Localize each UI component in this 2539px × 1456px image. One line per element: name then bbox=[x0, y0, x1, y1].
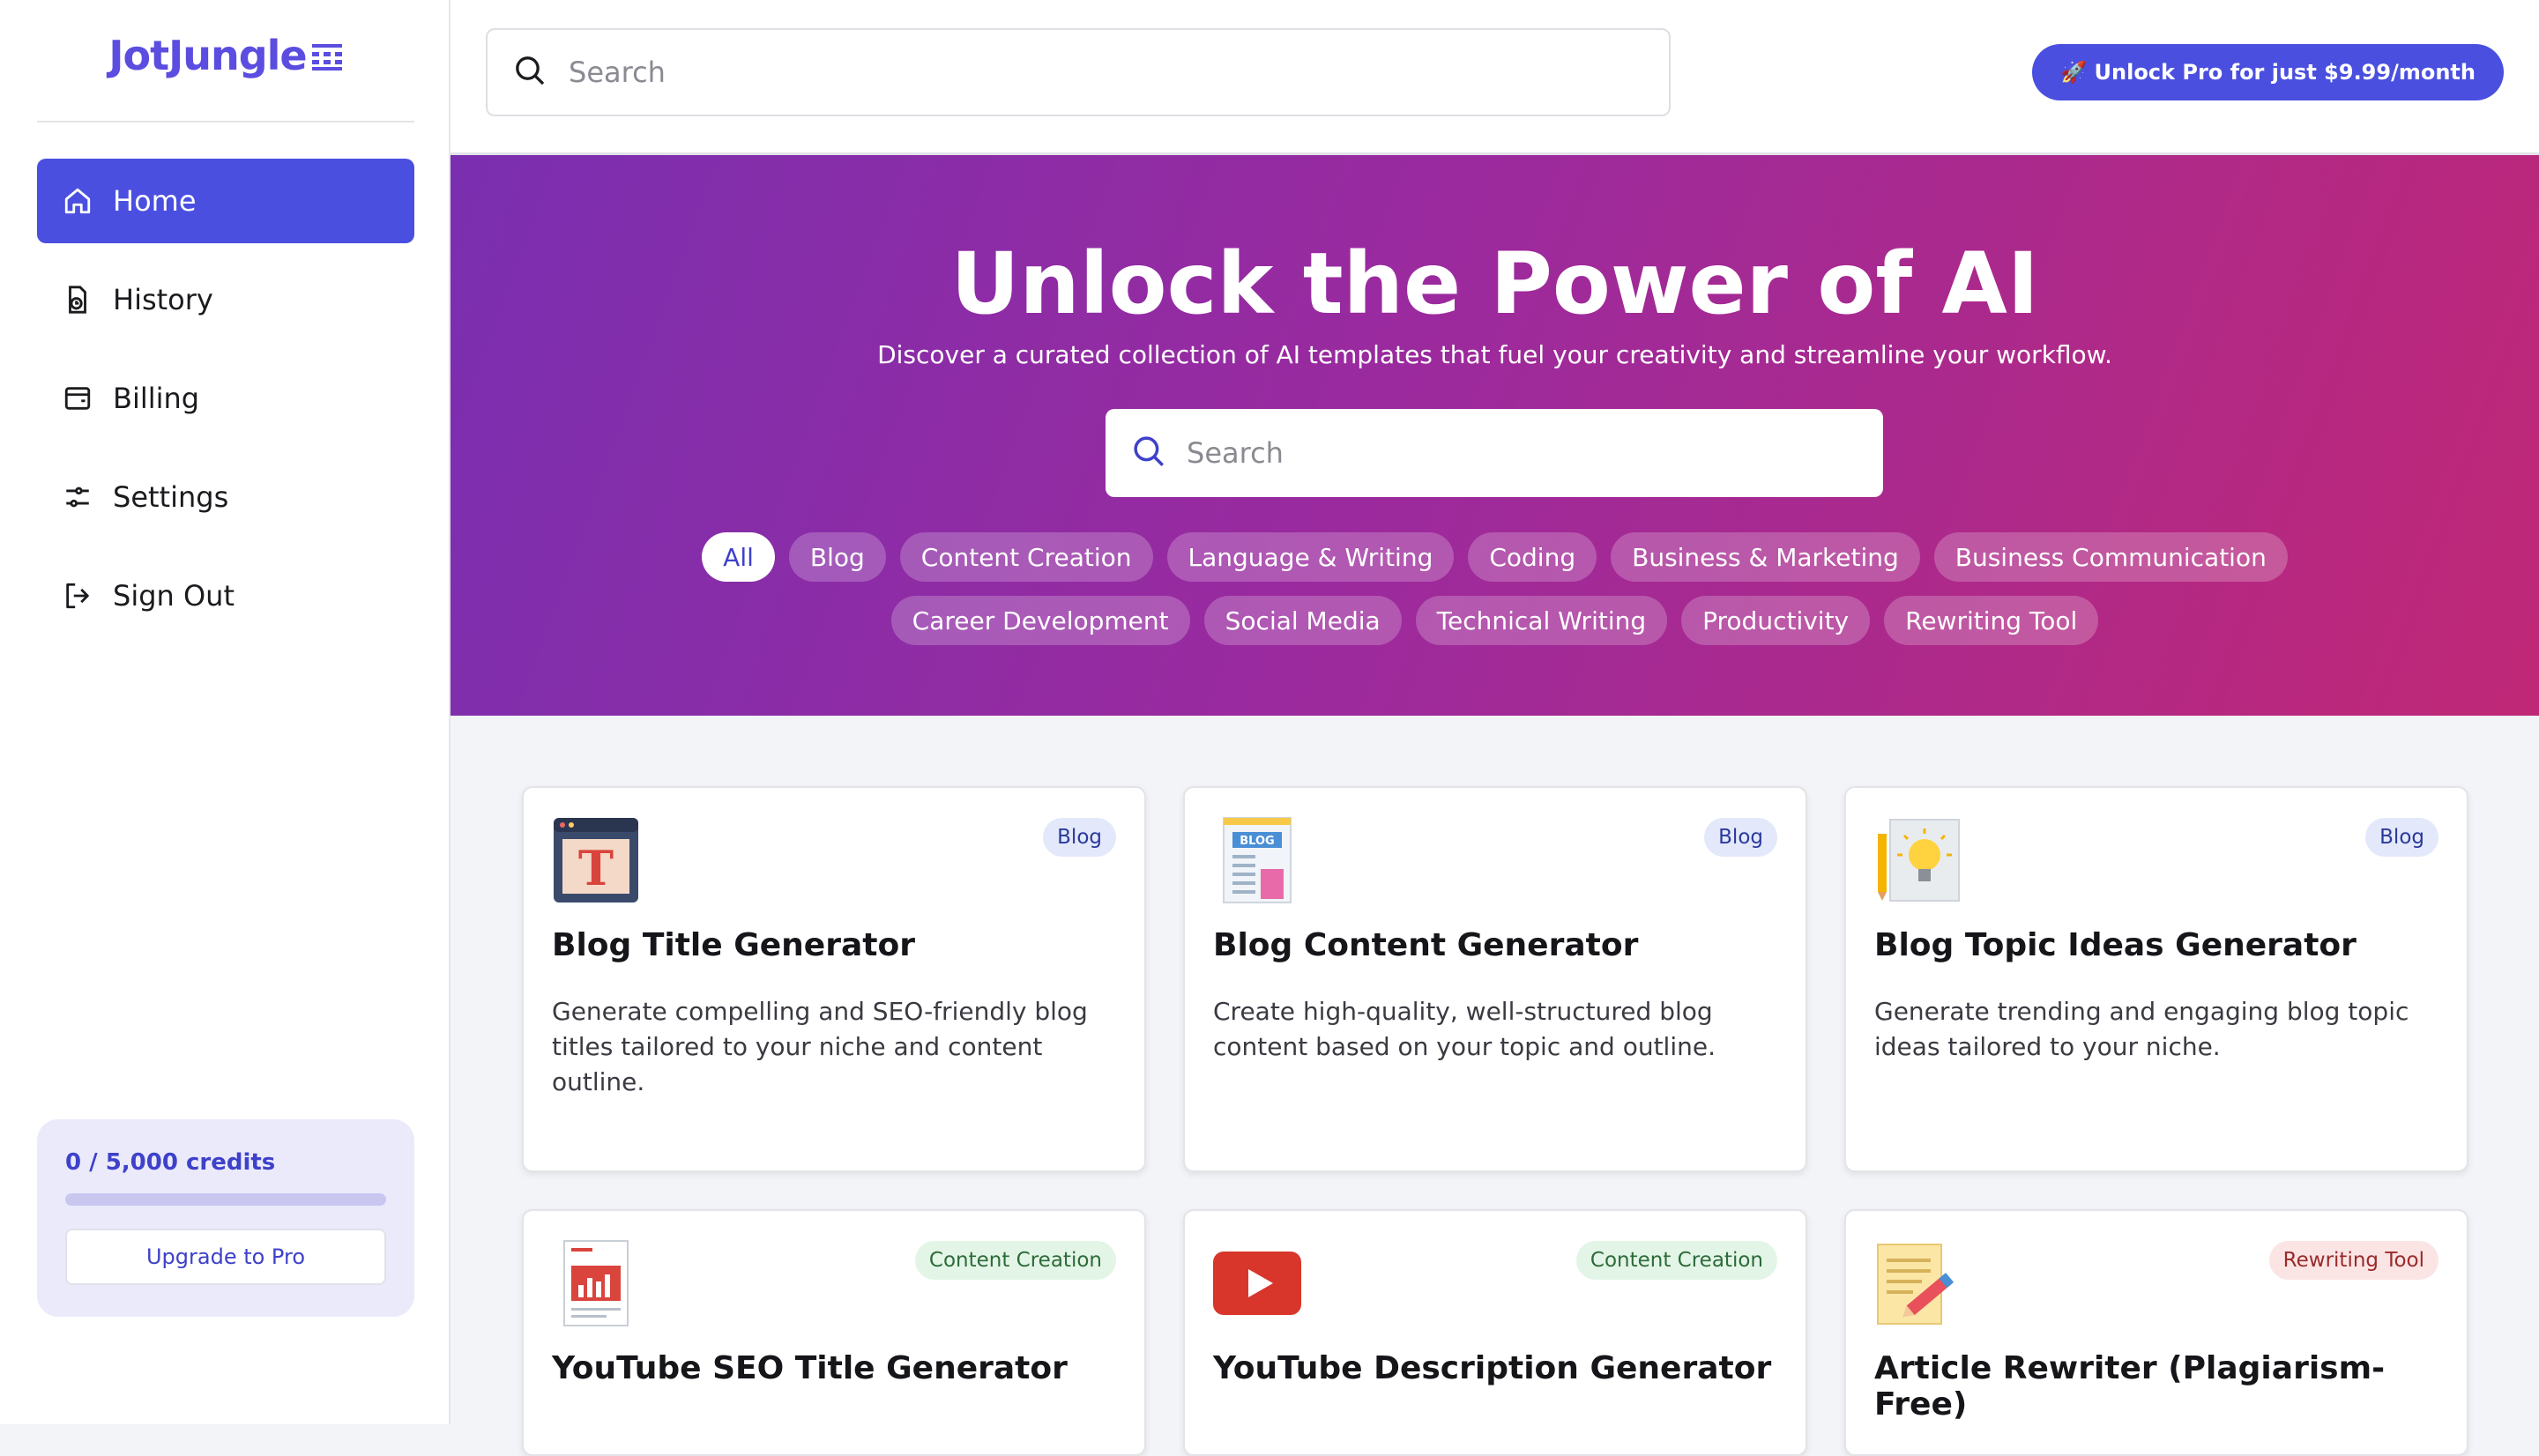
history-icon bbox=[60, 282, 95, 317]
category-filter-row: All Blog Content Creation Language & Wri… bbox=[450, 532, 2539, 582]
sidebar-item-label: Sign Out bbox=[113, 579, 235, 613]
category-chip-social-media[interactable]: Social Media bbox=[1203, 596, 1402, 645]
card-description: Generate trending and engaging blog topi… bbox=[1874, 997, 2409, 1061]
sidebar-item-label: Billing bbox=[113, 382, 200, 415]
top-header: Search 🚀 Unlock Pro for just $9.99/month bbox=[450, 0, 2539, 155]
card-title: Article Rewriter (Plagiarism-Free) bbox=[1874, 1350, 2386, 1423]
category-badge: Blog bbox=[1704, 818, 1777, 857]
hero-title: Unlock the Power of AI bbox=[950, 234, 2039, 333]
sidebar-item-label: History bbox=[113, 283, 213, 316]
template-search-input[interactable]: Search bbox=[1106, 409, 1883, 497]
card-title: Blog Content Generator bbox=[1213, 927, 1639, 963]
credits-count: 0 / 5,000 credits bbox=[65, 1149, 276, 1176]
sidebar-item-label: Settings bbox=[113, 480, 229, 514]
category-chip-rewriting-tool[interactable]: Rewriting Tool bbox=[1884, 596, 2099, 645]
category-badge: Content Creation bbox=[1575, 1241, 1777, 1280]
youtube-icon bbox=[1213, 1239, 1301, 1327]
sliders-icon bbox=[60, 479, 95, 515]
credits-progress-bar bbox=[65, 1193, 386, 1206]
card-title: Blog Title Generator bbox=[552, 927, 915, 963]
sidebar-item-sign-out[interactable]: Sign Out bbox=[37, 553, 414, 638]
document-pencil-icon bbox=[1874, 1239, 1962, 1327]
category-chip-content-creation[interactable]: Content Creation bbox=[899, 532, 1153, 582]
template-card[interactable]: Rewriting Tool Article Rewriter (Plagiar… bbox=[1844, 1209, 2468, 1456]
template-card[interactable]: BLOG Blog Blog Content Generator Create … bbox=[1183, 786, 1807, 1172]
sign-out-icon bbox=[60, 578, 95, 613]
category-chip-all[interactable]: All bbox=[702, 532, 775, 582]
sidebar-item-history[interactable]: History bbox=[37, 257, 414, 342]
category-badge: Rewriting Tool bbox=[2268, 1241, 2438, 1280]
card-title: YouTube Description Generator bbox=[1213, 1350, 1772, 1386]
template-card[interactable]: Content Creation YouTube SEO Title Gener… bbox=[522, 1209, 1146, 1456]
sidebar-nav: Home History Billing Settings Sign Out bbox=[37, 159, 414, 652]
wallet-icon bbox=[60, 381, 95, 416]
hero-subtitle: Discover a curated collection of AI temp… bbox=[877, 340, 2112, 369]
search-placeholder: Search bbox=[1187, 436, 1284, 470]
category-chip-coding[interactable]: Coding bbox=[1468, 532, 1597, 582]
category-chip-blog[interactable]: Blog bbox=[788, 532, 886, 582]
sidebar: JotJungle Home History Billing Settings … bbox=[0, 0, 450, 1424]
svg-text:T: T bbox=[578, 840, 614, 896]
lightbulb-icon bbox=[1874, 816, 1962, 904]
category-chip-business-marketing[interactable]: Business & Marketing bbox=[1611, 532, 1920, 582]
category-chip-technical-writing[interactable]: Technical Writing bbox=[1415, 596, 1668, 645]
sidebar-item-home[interactable]: Home bbox=[37, 159, 414, 243]
template-card[interactable]: Content Creation YouTube Description Gen… bbox=[1183, 1209, 1807, 1456]
category-chip-career-development[interactable]: Career Development bbox=[890, 596, 1190, 645]
sidebar-divider bbox=[37, 121, 414, 123]
blog-content-icon: BLOG bbox=[1213, 816, 1301, 904]
seo-report-icon bbox=[552, 1239, 640, 1327]
template-card[interactable]: T Blog Blog Title Generator Generate com… bbox=[522, 786, 1146, 1172]
category-badge: Blog bbox=[1043, 818, 1116, 857]
hero-banner: Unlock the Power of AI Discover a curate… bbox=[450, 155, 2539, 716]
category-chip-productivity[interactable]: Productivity bbox=[1681, 596, 1871, 645]
category-chip-language-writing[interactable]: Language & Writing bbox=[1166, 532, 1455, 582]
home-icon bbox=[60, 183, 95, 219]
app-name: JotJungle bbox=[108, 32, 307, 79]
credits-panel: 0 / 5,000 credits Upgrade to Pro bbox=[37, 1119, 414, 1317]
unlock-pro-button[interactable]: 🚀 Unlock Pro for just $9.99/month bbox=[2032, 44, 2504, 100]
category-badge: Blog bbox=[2365, 818, 2438, 857]
card-title: Blog Topic Ideas Generator bbox=[1874, 927, 2357, 963]
card-description: Generate compelling and SEO-friendly blo… bbox=[552, 997, 1088, 1096]
app-logo[interactable]: JotJungle bbox=[0, 32, 450, 80]
search-icon bbox=[512, 53, 547, 92]
category-filter-row: Career Development Social Media Technica… bbox=[450, 596, 2539, 645]
svg-text:BLOG: BLOG bbox=[1240, 835, 1274, 848]
sidebar-item-settings[interactable]: Settings bbox=[37, 455, 414, 539]
search-placeholder: Search bbox=[569, 56, 666, 89]
upgrade-to-pro-button[interactable]: Upgrade to Pro bbox=[65, 1229, 386, 1285]
card-title: YouTube SEO Title Generator bbox=[552, 1350, 1068, 1386]
sidebar-item-label: Home bbox=[113, 184, 197, 218]
sidebar-item-billing[interactable]: Billing bbox=[37, 356, 414, 441]
template-card[interactable]: Blog Blog Topic Ideas Generator Generate… bbox=[1844, 786, 2468, 1172]
category-badge: Content Creation bbox=[914, 1241, 1116, 1280]
logo-grid-icon bbox=[311, 33, 342, 80]
blog-title-icon: T bbox=[552, 816, 640, 904]
search-icon bbox=[1130, 433, 1167, 473]
category-chip-business-communication[interactable]: Business Communication bbox=[1933, 532, 2288, 582]
card-description: Create high-quality, well-structured blo… bbox=[1213, 997, 1716, 1061]
header-search-input[interactable]: Search bbox=[486, 28, 1671, 116]
